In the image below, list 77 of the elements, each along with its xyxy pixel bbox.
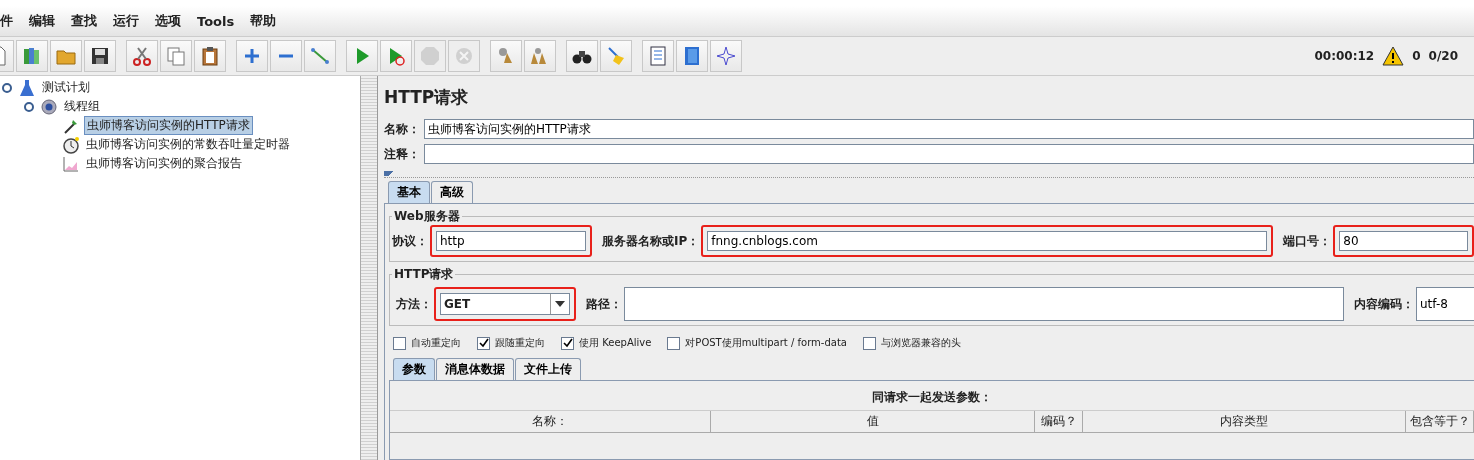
column-header[interactable]: 值 [711,411,1035,433]
tree-toggle[interactable] [24,101,34,112]
splitter-bar[interactable] [361,76,378,460]
stopwatch-icon [62,135,80,154]
checkbox-label: 与浏览器兼容的头 [880,336,961,350]
checkbox-label: 使用 KeepAlive [579,336,652,350]
menu-item[interactable]: Tools [197,13,235,29]
path-field[interactable] [624,287,1344,321]
checkbox[interactable] [477,336,490,350]
tab[interactable]: 消息体数据 [436,358,514,380]
port-field[interactable]: 80 [1339,231,1468,251]
close-icon [453,45,475,67]
list-icon [647,45,669,67]
checkbox-label: 自动重定向 [411,336,461,350]
checkbox[interactable] [561,336,574,350]
comment-field[interactable] [424,144,1474,164]
column-header[interactable]: 包含等于？ [1406,411,1474,433]
tree-item[interactable]: 虫师博客访问实例的HTTP请求 [84,116,253,135]
tab[interactable]: 文件上传 [515,358,581,380]
thread-count: 0/20 [1428,49,1458,63]
column-header[interactable]: 内容类型 [1083,411,1406,433]
panel-title: HTTP请求 [384,86,470,109]
checkbox-label: 跟随重定向 [495,336,545,350]
warning-count: 0 [1412,49,1421,63]
toolbar-button[interactable] [566,40,598,72]
checkbox[interactable] [862,336,876,350]
clipboard-icon [199,45,221,67]
menu-item[interactable]: 选项 [155,12,181,30]
menu-item[interactable]: 编辑 [29,12,55,30]
checkbox[interactable] [667,336,681,350]
name-field[interactable]: 虫师博客访问实例的HTTP请求 [424,119,1474,139]
tree-item[interactable]: 虫师博客访问实例的聚合报告 [84,155,244,172]
stop-icon [419,45,441,67]
flask-icon [18,78,36,97]
chart-icon [62,154,80,173]
tree-toggle[interactable] [2,82,12,93]
field-label: 方法： [396,295,432,313]
field-label: 内容编码： [1354,295,1414,313]
tab[interactable]: 高级 [431,181,473,203]
caret-icon [555,301,565,307]
checkbox[interactable] [393,336,406,350]
tab[interactable]: 参数 [393,358,435,380]
field-label: 协议： [392,232,428,250]
group-title: HTTP请求 [393,266,455,283]
warning-icon [1382,46,1405,66]
tree-item[interactable]: 虫师博客访问实例的常数吞吐量定时器 [84,136,292,153]
menu-item[interactable]: 运行 [113,12,139,30]
table-title: 同请求一起发送参数： [871,389,993,406]
column-header[interactable]: 编码？ [1035,411,1083,433]
scissors-icon [131,45,153,67]
elapsed-time: 00:00:12 [1314,49,1375,63]
tab[interactable]: 基本 [388,181,430,203]
group-title: Web服务器 [393,208,461,225]
field-label: 服务器名称或IP： [602,232,700,250]
checkmark-icon [478,338,489,348]
checkbox-label: 对POST使用multipart / form-data [685,336,847,350]
column-header[interactable]: 名称： [390,411,711,433]
minus-icon [278,54,294,58]
server-field[interactable]: fnng.cnblogs.com [707,231,1268,251]
protocol-field[interactable]: http [436,231,586,251]
checkmark-icon [562,338,573,348]
tree-item[interactable]: 线程组 [62,98,102,115]
toolbar-button[interactable] [194,40,226,72]
method-dropdown[interactable]: GET [440,293,570,315]
field-label: 名称： [384,120,420,138]
menu-item[interactable]: 件 [0,12,13,30]
field-label: 路径： [586,295,622,313]
star-icon [715,45,737,67]
encoding-field[interactable]: utf-8 [1416,287,1474,321]
menu-item[interactable]: 帮助 [250,12,277,30]
tree-item[interactable]: 测试计划 [40,79,92,96]
copy-icon [165,45,187,67]
gear-icon [40,97,58,116]
menu-item[interactable]: 查找 [71,12,97,30]
field-label: 注释： [384,145,420,163]
field-label: 端口号： [1283,232,1332,250]
toolbar-button[interactable] [84,40,116,72]
